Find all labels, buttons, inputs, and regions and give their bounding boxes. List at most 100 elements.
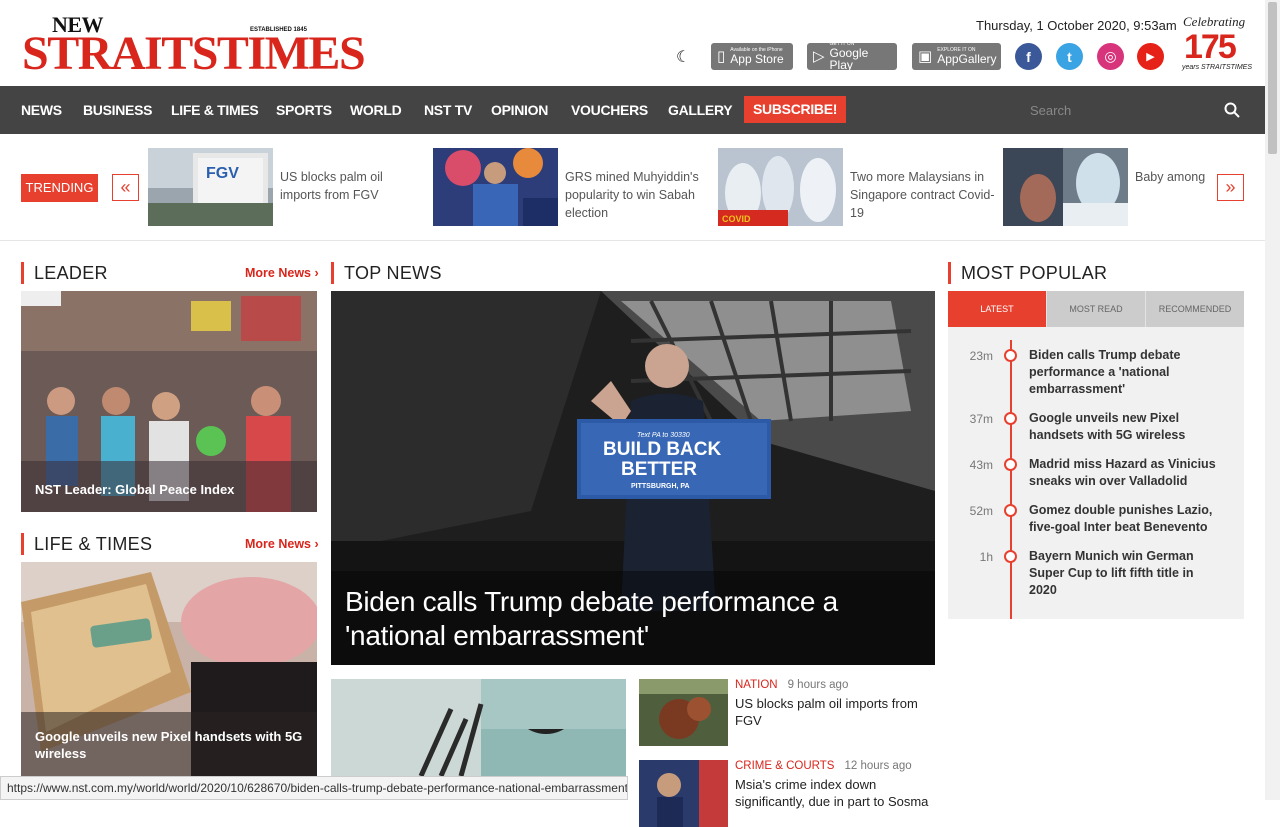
popular-time: 43m (969, 458, 993, 472)
nav-business[interactable]: BUSINESS (83, 86, 152, 134)
news-title[interactable]: US blocks palm oil imports from FGV (735, 695, 935, 729)
sign-text-line2: BUILD BACK (603, 439, 721, 460)
news-time: 9 hours ago (787, 679, 849, 691)
popular-title[interactable]: Gomez double punishes Lazio, five-goal I… (1029, 502, 1219, 536)
app-gallery-button[interactable]: ▣ EXPLORE IT ON AppGallery (912, 43, 1001, 70)
timeline-line (1010, 340, 1012, 619)
trending-thumb: COVID (718, 148, 843, 226)
nav-nst-tv[interactable]: NST TV (424, 86, 472, 134)
secondary-image (331, 679, 626, 776)
top-news-secondary-card[interactable] (331, 679, 626, 776)
search-input[interactable] (1016, 94, 1216, 126)
google-play-button[interactable]: ▷ GET IT ON Google Play (807, 42, 897, 72)
youtube-icon[interactable]: ▶ (1137, 43, 1164, 70)
app-store-button[interactable]: ▯ Available on the iPhone App Store (711, 43, 793, 70)
nav-vouchers[interactable]: VOUCHERS (571, 86, 648, 134)
leader-card[interactable]: NST Leader: Global Peace Index (21, 291, 317, 512)
popular-title[interactable]: Biden calls Trump debate performance a '… (1029, 347, 1219, 398)
trending-next-button[interactable]: » (1217, 174, 1244, 201)
svg-text:COVID: COVID (722, 214, 751, 224)
dark-mode-moon-icon[interactable]: ☾ (676, 50, 692, 66)
trending-item[interactable]: COVID Two more Malaysians in Singapore c… (718, 148, 1003, 226)
popular-time: 52m (969, 504, 993, 518)
timeline-dot (1004, 550, 1017, 563)
top-news-list-item[interactable]: NATION 9 hours ago US blocks palm oil imp… (639, 679, 935, 746)
subscribe-button[interactable]: SUBSCRIBE! (744, 96, 847, 123)
trending-title: Baby among the 19 cases in Ke (1135, 170, 1208, 184)
life-times-more-news-link[interactable]: More News › (245, 537, 319, 551)
news-meta: CRIME & COURTS 12 hours ago (735, 760, 912, 772)
most-popular-heading: MOST POPULAR (948, 262, 1107, 284)
trending-label: TRENDING (21, 174, 98, 202)
trending-thumb (1003, 148, 1128, 226)
popular-title[interactable]: Madrid miss Hazard as Vinicius sneaks wi… (1029, 456, 1219, 490)
timeline-dot (1004, 504, 1017, 517)
news-time: 12 hours ago (844, 760, 912, 772)
tab-recommended[interactable]: RECOMMENDED (1145, 291, 1244, 327)
timeline-dot (1004, 458, 1017, 471)
nav-world[interactable]: WORLD (350, 86, 402, 134)
main-nav: NEWS BUSINESS LIFE & TIMES SPORTS WORLD … (0, 86, 1265, 134)
trending-thumb: FGV (148, 148, 273, 226)
news-category[interactable]: NATION (735, 679, 778, 691)
top-news-heading: TOP NEWS (331, 262, 442, 284)
badge-years: years STRAITSTIMES (1182, 64, 1253, 71)
trending-item[interactable]: GRS mined Muhyiddin's popularity to win … (433, 148, 718, 226)
hero-headline[interactable]: Biden calls Trump debate performance a '… (345, 585, 905, 653)
trending-thumb (433, 148, 558, 226)
search-icon[interactable] (1224, 102, 1240, 118)
trending-prev-button[interactable]: « (112, 174, 139, 201)
news-title[interactable]: Msia's crime index down significantly, d… (735, 776, 935, 810)
news-thumb (639, 760, 728, 827)
trending-item[interactable]: FGV US blocks palm oil imports from FGV (148, 148, 433, 226)
tab-latest[interactable]: LATEST (948, 291, 1046, 327)
timeline-dot (1004, 349, 1017, 362)
trending-title: Two more Malaysians in Singapore contrac… (850, 170, 995, 220)
leader-heading: LEADER (21, 262, 108, 284)
sign-text-line1: Text PA to 30330 (637, 432, 690, 439)
twitter-icon[interactable]: t (1056, 43, 1083, 70)
phone-icon: ▯ (717, 48, 726, 65)
news-meta: NATION 9 hours ago (735, 679, 848, 691)
browser-status-url: https://www.nst.com.my/world/world/2020/… (0, 776, 628, 800)
top-news-list-item[interactable]: CRIME & COURTS 12 hours ago Msia's crime … (639, 760, 935, 827)
life-times-card[interactable]: Google unveils new Pixel handsets with 5… (21, 562, 317, 776)
life-times-heading: LIFE & TIMES (21, 533, 152, 555)
leader-image (21, 291, 317, 512)
site-logo[interactable]: NEW ESTABLISHED 1845 STRAITSTIMES (22, 12, 366, 78)
scrollbar-thumb[interactable] (1268, 2, 1277, 154)
tab-most-read[interactable]: MOST READ (1046, 291, 1145, 327)
popular-title[interactable]: Google unveils new Pixel handsets with 5… (1029, 410, 1219, 444)
life-times-caption: Google unveils new Pixel handsets with 5… (35, 729, 303, 761)
logo-main-text: STRAITSTIMES (22, 27, 366, 80)
app-gallery-label: AppGallery (937, 52, 997, 66)
search-box (1016, 94, 1248, 126)
nav-gallery[interactable]: GALLERY (668, 86, 733, 134)
news-category[interactable]: CRIME & COURTS (735, 760, 834, 772)
svg-text:FGV: FGV (206, 165, 239, 182)
nav-sports[interactable]: SPORTS (276, 86, 332, 134)
trending-item[interactable]: Baby among the 19 cases in Ke (1003, 148, 1208, 226)
badge-number: 175 (1184, 28, 1237, 66)
nav-life-times[interactable]: LIFE & TIMES (171, 86, 259, 134)
nav-news[interactable]: NEWS (21, 86, 62, 134)
popular-time: 23m (969, 349, 993, 363)
trending-bar: TRENDING « FGV US blocks palm oil import… (0, 134, 1265, 241)
popular-time: 37m (969, 412, 993, 426)
most-popular-tabs: LATEST MOST READ RECOMMENDED (948, 291, 1244, 327)
nav-opinion[interactable]: OPINION (491, 86, 548, 134)
sign-text-line3: BETTER (621, 459, 697, 480)
leader-caption: NST Leader: Global Peace Index (35, 482, 235, 497)
leader-more-news-link[interactable]: More News › (245, 266, 319, 280)
current-datetime: Thursday, 1 October 2020, 9:53am (976, 18, 1177, 33)
site-header: NEW ESTABLISHED 1845 STRAITSTIMES Thursd… (0, 0, 1265, 86)
facebook-icon[interactable]: f (1015, 43, 1042, 70)
popular-title[interactable]: Bayern Munich win German Super Cup to li… (1029, 548, 1219, 599)
timeline-dot (1004, 412, 1017, 425)
trending-title: GRS mined Muhyiddin's popularity to win … (565, 170, 699, 220)
instagram-icon[interactable]: ◎ (1097, 43, 1124, 70)
news-thumb (639, 679, 728, 746)
page-scrollbar[interactable] (1265, 0, 1280, 800)
google-play-label: Google Play (829, 46, 869, 72)
play-store-icon: ▷ (813, 48, 825, 65)
